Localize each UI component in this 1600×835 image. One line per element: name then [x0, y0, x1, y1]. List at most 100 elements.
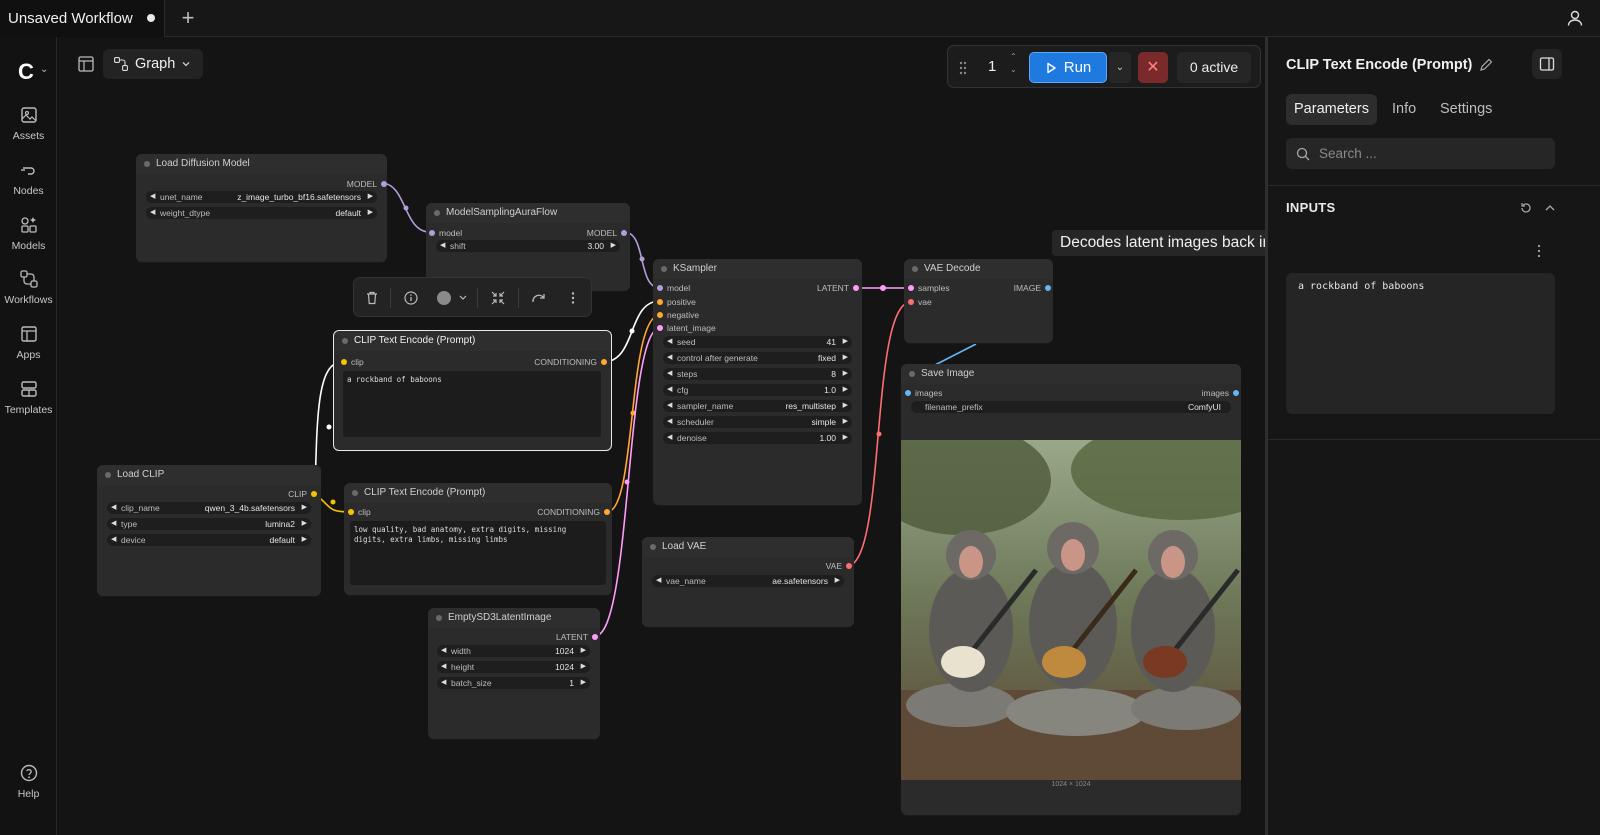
tab-settings[interactable]: Settings: [1432, 94, 1500, 125]
node-vae-decode[interactable]: VAE Decode samples IMAGE vae: [904, 259, 1053, 343]
input-samples[interactable]: samples: [908, 282, 988, 294]
tab-unsaved-workflow[interactable]: Unsaved Workflow: [0, 0, 165, 37]
widget-cfg[interactable]: ◀ cfg 1.0 ▶: [663, 384, 852, 396]
input-clip[interactable]: clip: [341, 356, 421, 368]
widget-device[interactable]: ◀ device default ▶: [107, 534, 311, 546]
color-picker-icon[interactable]: [436, 290, 470, 306]
output-conditioning[interactable]: CONDITIONING: [497, 356, 607, 368]
generated-image-preview[interactable]: [901, 440, 1241, 780]
reset-icon[interactable]: [1519, 201, 1533, 215]
widget-value: qwen_3_4b.safetensors: [204, 503, 295, 513]
widget-control-after-generate[interactable]: ◀ control after generate fixed ▶: [663, 352, 852, 364]
input-vae[interactable]: vae: [908, 296, 988, 308]
tab-info[interactable]: Info: [1384, 94, 1424, 125]
widget-label: filename_prefix: [925, 402, 983, 412]
trash-icon[interactable]: [364, 290, 380, 306]
node-save-image[interactable]: Save Image images images filename_prefix…: [901, 364, 1241, 815]
more-options-icon[interactable]: [565, 290, 581, 306]
chevron-up-icon[interactable]: ⌃: [1010, 50, 1020, 63]
widget-vae-name[interactable]: ◀ vae_name ae.safetensors ▶: [652, 575, 844, 587]
collapse-icon[interactable]: [490, 290, 506, 306]
output-vae[interactable]: VAE: [792, 560, 852, 572]
widget-width[interactable]: ◀ width 1024 ▶: [437, 645, 590, 657]
user-icon[interactable]: [1566, 9, 1584, 27]
widget-denoise[interactable]: ◀ denoise 1.00 ▶: [663, 432, 852, 444]
sidebar-item-help[interactable]: Help: [0, 763, 57, 800]
input-images[interactable]: images: [905, 387, 985, 399]
widget-sampler-name[interactable]: ◀ sampler_name res_multistep ▶: [663, 400, 852, 412]
widget-label: height: [451, 662, 475, 672]
widget-value: z_image_turbo_bf16.safetensors: [237, 192, 361, 202]
chevron-up-icon[interactable]: [1544, 203, 1556, 213]
widget-batch-size[interactable]: ◀ batch_size 1 ▶: [437, 677, 590, 689]
widget-weight-dtype[interactable]: ◀ weight_dtype default ▶: [146, 207, 377, 219]
port-dot: [604, 509, 610, 515]
node-ksampler[interactable]: KSampler model LATENT positive negative …: [653, 259, 862, 505]
more-options-icon[interactable]: [1536, 244, 1542, 258]
input-latent-image[interactable]: latent_image: [657, 322, 747, 334]
top-bar: Unsaved Workflow +: [0, 0, 1600, 37]
text-input-textarea[interactable]: a rockband of baboons: [1286, 273, 1555, 414]
widget-filename-prefix[interactable]: filename_prefix ComfyUI: [911, 401, 1231, 413]
output-latent[interactable]: LATENT: [779, 282, 859, 294]
cancel-run-button[interactable]: ✕: [1138, 52, 1168, 83]
input-clip[interactable]: clip: [348, 506, 428, 518]
widget-steps[interactable]: ◀ steps 8 ▶: [663, 368, 852, 380]
node-clip-text-encode-positive[interactable]: CLIP Text Encode (Prompt) clip CONDITION…: [333, 330, 612, 451]
output-latent[interactable]: LATENT: [518, 631, 598, 643]
node-load-diffusion-model[interactable]: Load Diffusion Model MODEL ◀ unet_name z_i…: [136, 154, 387, 262]
new-tab-button[interactable]: +: [176, 6, 200, 30]
run-options-dropdown[interactable]: ⌄: [1109, 52, 1131, 83]
port-dot: [908, 299, 914, 305]
widget-unet-name[interactable]: ◀ unet_name z_image_turbo_bf16.safetensors…: [146, 191, 377, 203]
parameter-search-input[interactable]: Search ...: [1286, 138, 1555, 169]
widget-label: cfg: [677, 385, 689, 395]
widget-height[interactable]: ◀ height 1024 ▶: [437, 661, 590, 673]
output-conditioning[interactable]: CONDITIONING: [500, 506, 610, 518]
widget-value: default: [269, 535, 295, 545]
graph-canvas[interactable]: Graph Load Diffusion Model MODEL ◀ unet_n…: [57, 37, 1265, 835]
sidebar-item-apps[interactable]: Apps: [0, 324, 57, 361]
sidebar-item-templates[interactable]: Templates: [0, 379, 57, 416]
chevron-down-icon[interactable]: ⌄: [40, 64, 48, 75]
info-icon[interactable]: [403, 290, 419, 306]
widget-type[interactable]: ◀ type lumina2 ▶: [107, 518, 311, 530]
prompt-textarea[interactable]: a rockband of baboons: [343, 371, 601, 437]
output-image[interactable]: IMAGE: [991, 282, 1051, 294]
active-queue-button[interactable]: 0 active: [1177, 52, 1251, 83]
node-load-clip[interactable]: Load CLIP CLIP ◀ clip_name qwen_3_4b.safet…: [97, 465, 321, 596]
output-model[interactable]: MODEL: [547, 227, 627, 239]
input-negative[interactable]: negative: [657, 309, 747, 321]
edit-pencil-icon[interactable]: [1478, 57, 1494, 73]
drag-handle-icon[interactable]: [958, 60, 968, 76]
widget-clip-name[interactable]: ◀ clip_name qwen_3_4b.safetensors ▶: [107, 502, 311, 514]
comfy-logo-icon[interactable]: C: [18, 59, 34, 85]
input-model[interactable]: model: [429, 227, 509, 239]
run-button[interactable]: Run: [1029, 52, 1107, 83]
input-positive[interactable]: positive: [657, 296, 747, 308]
node-empty-sd3-latent-image[interactable]: EmptySD3LatentImage LATENT ◀ width 1024 ▶ ◀…: [428, 608, 600, 739]
sidebar-item-assets[interactable]: Assets: [0, 105, 57, 142]
sidebar-item-workflows[interactable]: Workflows: [0, 269, 57, 306]
node-clip-text-encode-negative[interactable]: CLIP Text Encode (Prompt) clip CONDITION…: [344, 483, 612, 595]
sidebar-item-models[interactable]: Models: [0, 215, 57, 252]
output-clip[interactable]: CLIP: [237, 488, 317, 500]
arrow-right-icon: ▶: [580, 679, 586, 686]
output-images[interactable]: images: [1159, 387, 1239, 399]
toggle-right-panel-button[interactable]: [1532, 49, 1562, 79]
queue-stepper[interactable]: ⌃ ⌄: [1010, 50, 1020, 76]
tab-parameters[interactable]: Parameters: [1286, 94, 1377, 125]
sidebar-item-nodes[interactable]: Nodes: [0, 160, 57, 197]
widget-scheduler[interactable]: ◀ scheduler simple ▶: [663, 416, 852, 428]
prompt-textarea[interactable]: low quality, bad anatomy, extra digits, …: [350, 521, 606, 585]
input-model[interactable]: model: [657, 282, 747, 294]
port-dot: [341, 359, 347, 365]
widget-shift[interactable]: ◀ shift 3.00 ▶: [436, 240, 620, 252]
widget-seed[interactable]: ◀ seed 41 ▶: [663, 336, 852, 348]
output-model[interactable]: MODEL: [287, 178, 387, 190]
widget-label: shift: [450, 241, 466, 251]
bypass-icon[interactable]: [531, 290, 547, 306]
node-load-vae[interactable]: Load VAE VAE ◀ vae_name ae.safetensors ▶: [642, 537, 854, 627]
port-label: IMAGE: [1013, 283, 1041, 293]
chevron-down-icon[interactable]: ⌄: [1010, 63, 1020, 76]
